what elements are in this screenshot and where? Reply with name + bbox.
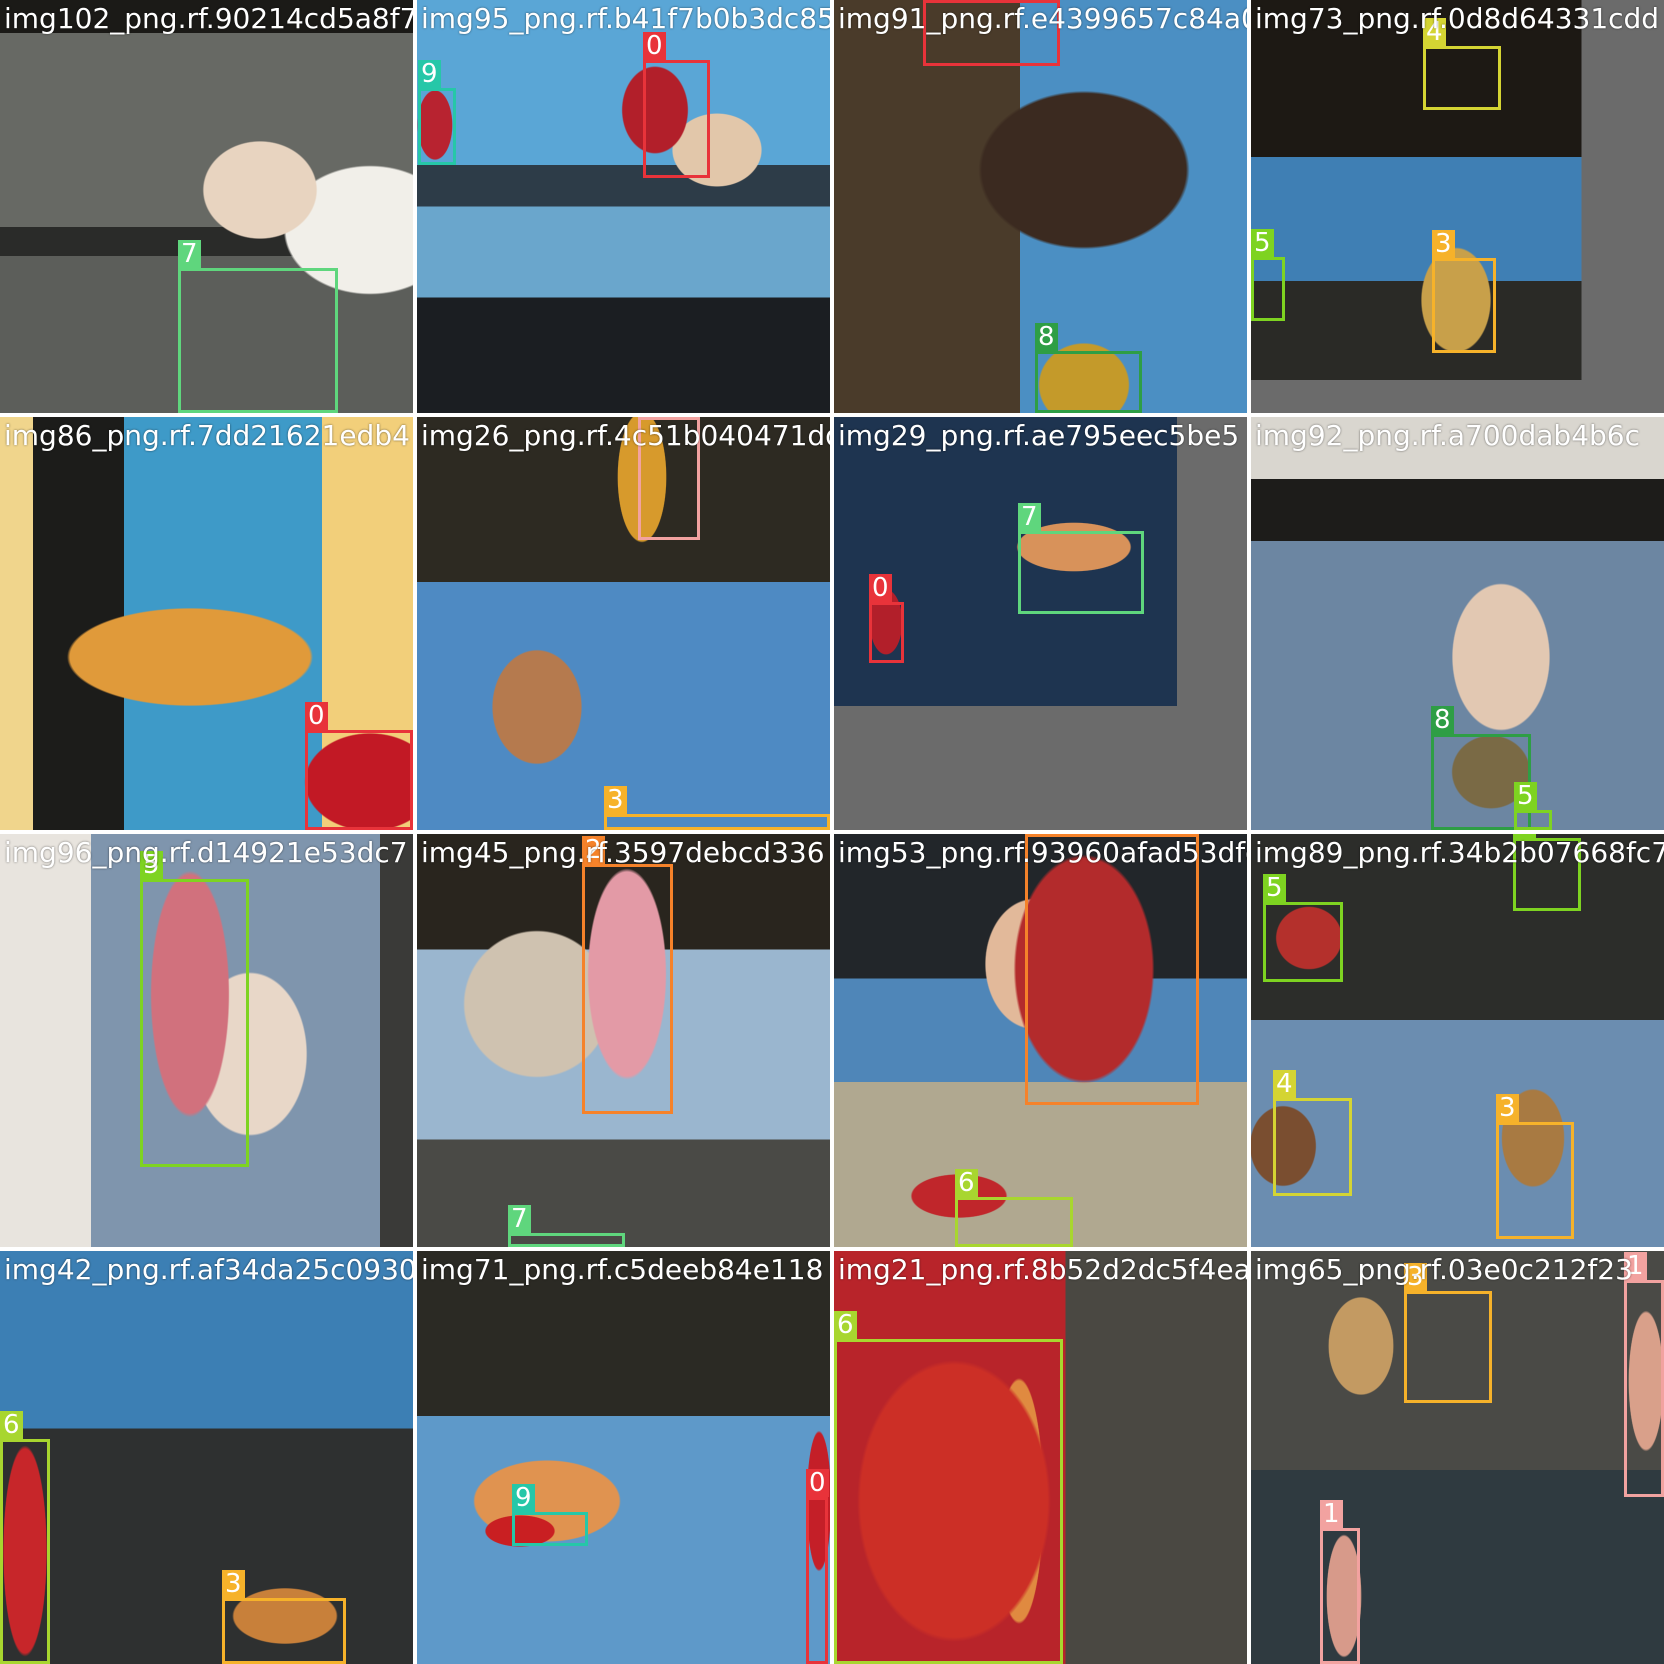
class-label: 6 xyxy=(955,1169,978,1197)
detection-box: 8 xyxy=(1035,323,1142,413)
detection-box: 5 xyxy=(1263,874,1343,982)
detection-box: 5 xyxy=(1251,229,1285,321)
mosaic-tile: img29_png.rf.ae795eec5be5 7 0 xyxy=(834,417,1247,830)
scene-photo xyxy=(0,1251,413,1664)
detection-box: 6 xyxy=(955,1169,1073,1247)
class-label: 3 xyxy=(1432,230,1455,258)
class-label: 6 xyxy=(0,1411,23,1439)
detection-box: 0 xyxy=(305,702,413,830)
mosaic-tile: img45_png.rf.3597debcd336 2 7 xyxy=(417,834,830,1247)
detection-box: 0 xyxy=(806,1469,829,1664)
detection-box: 1 xyxy=(1320,1500,1360,1664)
class-label: 3 xyxy=(1496,1094,1519,1122)
detection-box: 0 xyxy=(643,32,710,178)
mosaic-tile: img21_png.rf.8b52d2dc5f4ea 6 xyxy=(834,1251,1247,1664)
mosaic-tile: img86_png.rf.7dd21621edb4 0 xyxy=(0,417,413,830)
class-label: 0 xyxy=(305,702,328,730)
class-label: 3 xyxy=(1404,1263,1427,1291)
class-label: 0 xyxy=(869,574,892,602)
class-label: 2 xyxy=(582,836,605,864)
class-label: 5 xyxy=(1263,874,1286,902)
class-label: 5 xyxy=(140,851,163,879)
class-label: 7 xyxy=(508,1205,531,1233)
detection-box: 7 xyxy=(1018,503,1144,614)
class-label: 3 xyxy=(222,1570,245,1598)
class-label: 9 xyxy=(418,60,441,88)
detection-box: 0 xyxy=(923,0,1060,66)
mosaic-tile: img89_png.rf.34b2b07668fc7 5 5 4 3 xyxy=(1251,834,1664,1247)
class-label: 3 xyxy=(604,786,627,814)
class-label: 0 xyxy=(806,1469,829,1497)
detection-box: 0 xyxy=(869,574,904,663)
mosaic-tile: img92_png.rf.a700dab4b6c 8 5 xyxy=(1251,417,1664,830)
scene-photo xyxy=(417,0,830,413)
class-label: 4 xyxy=(1423,18,1446,46)
class-label: 0 xyxy=(643,32,666,60)
detection-box: 4 xyxy=(1423,18,1501,110)
detection-box: 6 xyxy=(834,1311,1063,1664)
class-label: 7 xyxy=(1018,503,1041,531)
scene-photo xyxy=(417,417,830,830)
detection-box: 2 xyxy=(582,836,673,1114)
scene-photo xyxy=(417,1251,830,1664)
detection-box: 7 xyxy=(178,240,338,413)
class-label: 5 xyxy=(1513,834,1536,838)
detection-box: 5 xyxy=(140,851,249,1167)
class-label: 6 xyxy=(834,1311,857,1339)
detection-box: 3 xyxy=(1496,1094,1574,1239)
detection-box: 9 xyxy=(418,60,456,165)
detection-box: 2 xyxy=(1025,834,1199,1105)
class-label: 7 xyxy=(178,240,201,268)
mosaic-tile: img96_png.rf.d14921e53dc7 5 xyxy=(0,834,413,1247)
detection-box: 3 xyxy=(604,786,830,830)
detection-box: 5 xyxy=(1514,782,1552,830)
detection-box: 1 xyxy=(638,417,700,540)
detection-box: 3 xyxy=(1432,230,1496,353)
mosaic-tile: img73_png.rf.0d8d64331cdd 4 5 3 xyxy=(1251,0,1664,413)
mosaic-tile: img65_png.rf.03e0c212f23 3 1 1 xyxy=(1251,1251,1664,1664)
class-label: 4 xyxy=(1273,1070,1296,1098)
detection-mosaic: img102_png.rf.90214cd5a8f7 7 img95_png.r… xyxy=(0,0,1664,1664)
detection-box: 3 xyxy=(222,1570,346,1664)
detection-box: 1 xyxy=(1624,1252,1664,1497)
class-label: 8 xyxy=(1431,706,1454,734)
detection-box: 9 xyxy=(512,1484,588,1546)
mosaic-tile: img71_png.rf.c5deeb84e118 9 0 xyxy=(417,1251,830,1664)
mosaic-tile: img95_png.rf.b41f7b0b3dc856ad8791 9 0 xyxy=(417,0,830,413)
detection-box: 6 xyxy=(0,1411,50,1664)
mosaic-tile: img26_png.rf.4c51b040471dd3 1 3 xyxy=(417,417,830,830)
class-label: 5 xyxy=(1251,229,1274,257)
detection-box: 5 xyxy=(1513,834,1581,911)
mosaic-tile: img102_png.rf.90214cd5a8f7 7 xyxy=(0,0,413,413)
class-label: 1 xyxy=(1624,1252,1647,1280)
detection-box: 7 xyxy=(508,1205,625,1247)
class-label: 1 xyxy=(1320,1500,1343,1528)
class-label: 9 xyxy=(512,1484,535,1512)
detection-box: 4 xyxy=(1273,1070,1352,1196)
mosaic-tile: img42_png.rf.af34da25c0930 6 3 xyxy=(0,1251,413,1664)
mosaic-tile: img91_png.rf.e4399657c84a0e 0 8 xyxy=(834,0,1247,413)
mosaic-tile: img53_png.rf.93960afad53dfd 2 6 xyxy=(834,834,1247,1247)
class-label: 5 xyxy=(1514,782,1537,810)
class-label: 8 xyxy=(1035,323,1058,351)
detection-box: 3 xyxy=(1404,1263,1492,1403)
